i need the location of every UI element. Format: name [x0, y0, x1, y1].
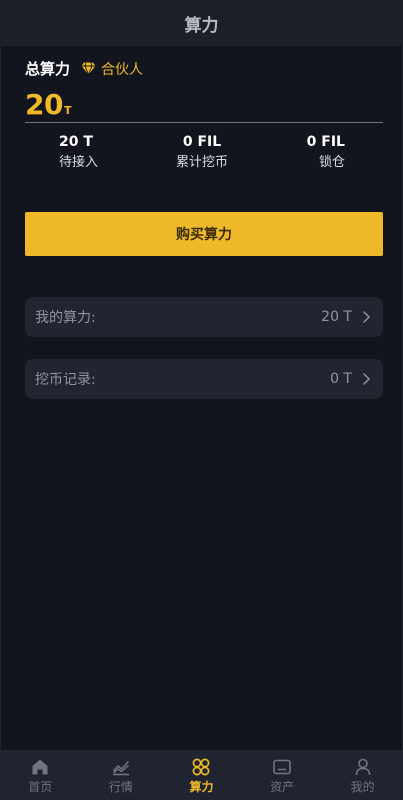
chevron-right-icon [363, 373, 370, 385]
tab-label: 行情 [108, 780, 133, 794]
tab-market[interactable]: 行情 [81, 750, 162, 800]
home-icon [32, 759, 48, 775]
my-hashrate-value: 20 T [321, 309, 352, 325]
tab-home[interactable]: 首页 [0, 750, 81, 800]
stat-value: 20 T [59, 134, 93, 150]
tab-mine[interactable]: 我的 [322, 750, 403, 800]
stat-locked: 0 FIL 锁仓 [250, 132, 383, 173]
main-content: 总算力 合伙人 20 T 20 T 待接入 0 FIL 累计挖币 0 FIL 锁… [0, 46, 403, 750]
tab-hashrate[interactable]: 算力 [161, 750, 242, 800]
stat-label: 锁仓 [318, 155, 345, 170]
wallet-icon [273, 759, 291, 775]
stat-value: 0 FIL [182, 134, 222, 150]
stat-mined: 0 FIL 累计挖币 [154, 132, 249, 173]
divider [25, 122, 383, 123]
total-power-value: 20 T [25, 88, 71, 121]
top-bar: 算力 [0, 0, 403, 46]
mining-records-row[interactable]: 挖币记录: 0 T [25, 359, 383, 399]
stat-label: 累计挖币 [175, 155, 228, 170]
chevron-right-icon [363, 311, 370, 323]
tab-label: 我的 [350, 780, 375, 794]
total-power-label: 总算力 [25, 60, 71, 78]
my-hashrate-label: 我的算力: [35, 310, 96, 326]
bottom-tab-bar: 首页 行情 算力 资产 我的 [0, 750, 403, 800]
mining-records-value: 0 T [330, 371, 352, 387]
tab-label: 资产 [270, 780, 295, 794]
stat-label: 待接入 [59, 155, 99, 170]
total-power-number: 20 [25, 88, 63, 121]
stats-row: 20 T 待接入 0 FIL 累计挖币 0 FIL 锁仓 [25, 132, 383, 173]
my-hashrate-row[interactable]: 我的算力: 20 T [25, 297, 383, 337]
page-title: 算力 [184, 15, 219, 36]
total-power-header: 总算力 合伙人 [25, 58, 143, 79]
stat-value: 0 FIL [306, 134, 345, 150]
diamond-icon [81, 62, 96, 75]
partner-label: 合伙人 [101, 61, 144, 78]
mining-records-label: 挖币记录: [35, 372, 96, 388]
chart-icon [112, 760, 129, 776]
hashrate-icon [193, 758, 210, 776]
tab-label: 算力 [189, 780, 214, 794]
tab-assets[interactable]: 资产 [242, 750, 323, 800]
user-icon [355, 758, 370, 776]
tab-label: 首页 [28, 780, 53, 794]
buy-hashrate-button[interactable]: 购买算力 [25, 212, 383, 256]
total-power-unit: T [63, 104, 72, 117]
partner-badge: 合伙人 [81, 59, 143, 79]
stat-pending: 20 T 待接入 [25, 132, 154, 173]
